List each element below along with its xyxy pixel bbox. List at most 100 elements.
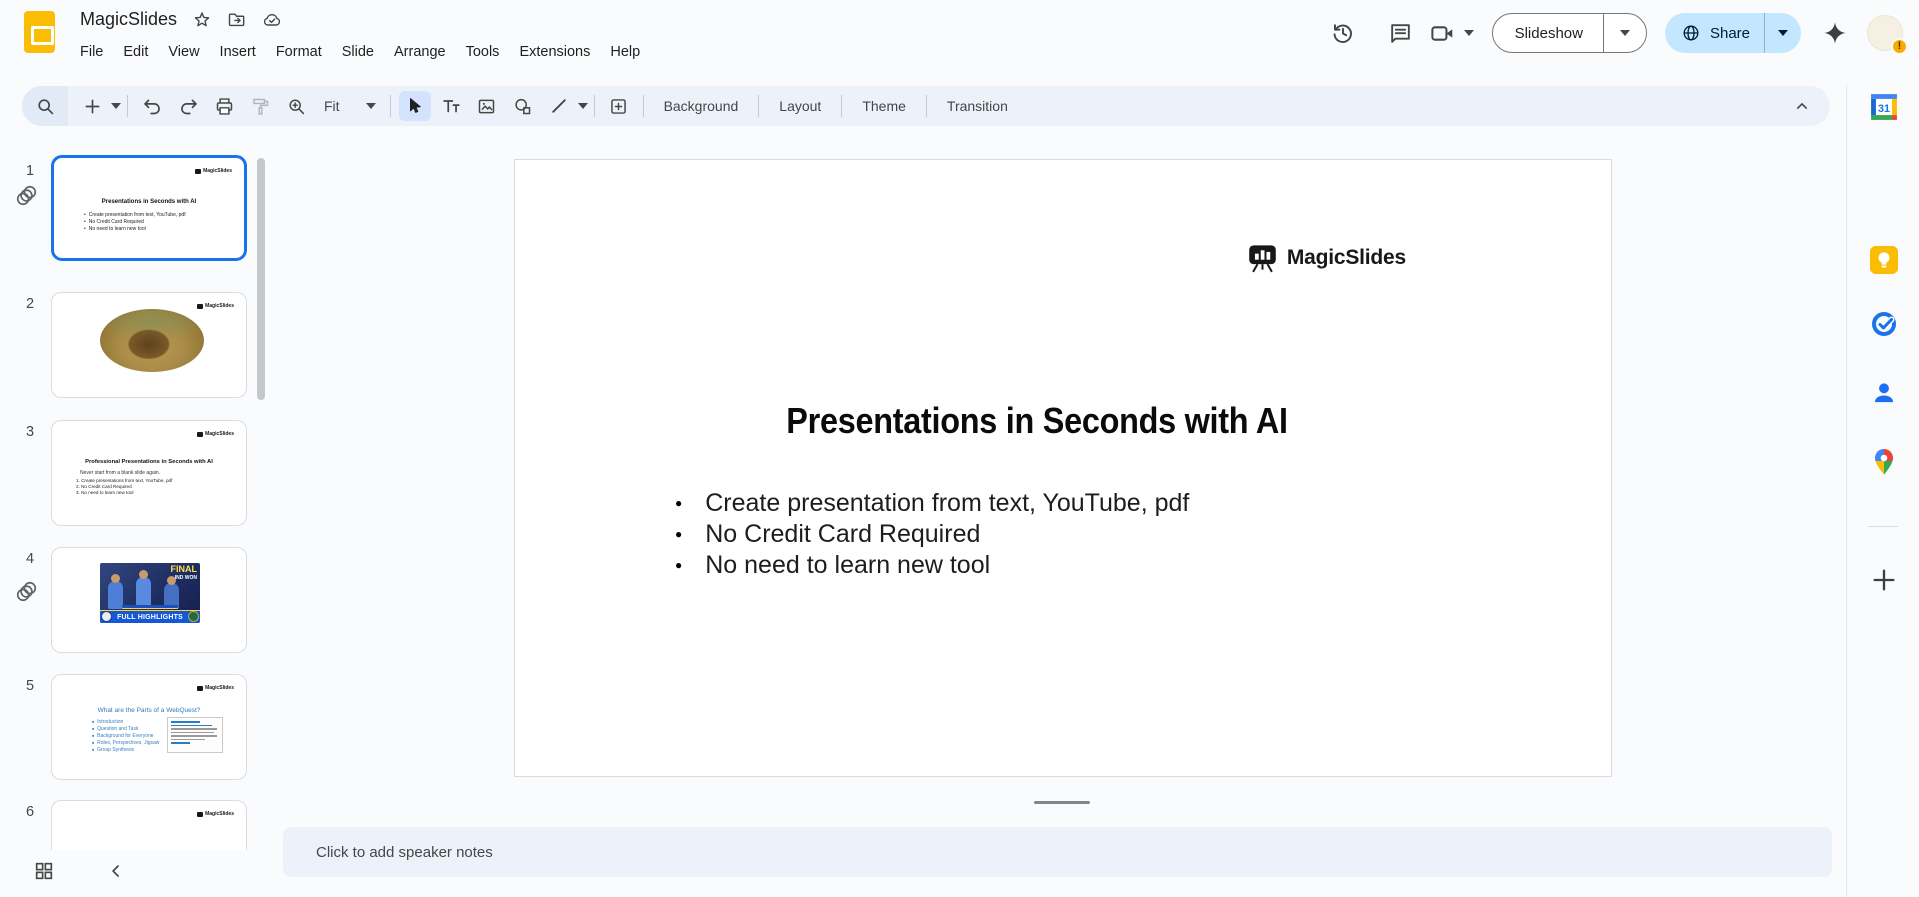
menu-slide[interactable]: Slide <box>332 40 384 64</box>
filmstrip-scrollbar[interactable] <box>257 158 265 400</box>
insert-comment-button[interactable] <box>603 91 635 121</box>
notes-resize-handle[interactable] <box>1034 801 1090 804</box>
chevron-down-icon <box>365 103 376 109</box>
new-slide-button[interactable] <box>76 91 108 121</box>
plus-icon <box>85 99 99 113</box>
chevron-down-icon[interactable] <box>1463 30 1474 36</box>
image-icon <box>478 99 495 113</box>
slide-thumbnail-2[interactable]: MagicSlides <box>51 292 247 398</box>
account-avatar[interactable]: ! <box>1867 15 1908 55</box>
slideshow-button[interactable]: Slideshow <box>1493 14 1603 52</box>
paint-format-icon <box>252 98 268 115</box>
menu-help[interactable]: Help <box>600 40 650 64</box>
slide-number: 1 <box>25 163 35 179</box>
layout-button[interactable]: Layout <box>765 91 835 121</box>
share-dropdown[interactable] <box>1764 13 1801 53</box>
slideshow-dropdown[interactable] <box>1602 14 1646 52</box>
menu-arrange[interactable]: Arrange <box>384 40 456 64</box>
redo-button[interactable] <box>172 91 204 121</box>
new-slide-dropdown-icon[interactable] <box>111 103 121 109</box>
undo-icon <box>143 99 160 114</box>
cloud-saved-icon[interactable] <box>262 10 282 30</box>
collapse-filmstrip-button[interactable] <box>98 853 134 889</box>
gemini-sparkle-icon[interactable] <box>1815 11 1855 55</box>
menubar: File Edit View Insert Format Slide Arran… <box>70 40 650 64</box>
speaker-notes[interactable]: Click to add speaker notes <box>283 827 1832 877</box>
get-add-ons-icon[interactable] <box>1870 566 1898 594</box>
insert-line-button[interactable] <box>543 91 575 121</box>
slide-number: 4 <box>25 551 35 567</box>
slideshow-split-button: Slideshow <box>1491 13 1647 53</box>
menu-insert[interactable]: Insert <box>210 40 266 64</box>
slide-thumbnail-1[interactable]: MagicSlides Presentations in Seconds wit… <box>51 155 247 261</box>
workspace-side-panel: 31 <box>1846 85 1919 897</box>
insert-shape-button[interactable] <box>507 91 539 121</box>
magicslides-mini-logo-icon <box>197 685 204 691</box>
slide-thumbnail-4[interactable]: FINAL IND WON FULL HIGHLIGHTS <box>51 547 247 653</box>
share-button[interactable]: Share <box>1665 13 1764 53</box>
paint-format-button[interactable] <box>244 91 276 121</box>
history-icon[interactable] <box>1321 11 1365 55</box>
attachment-rings-icon <box>16 581 37 602</box>
menu-edit[interactable]: Edit <box>113 40 158 64</box>
menu-tools[interactable]: Tools <box>456 40 510 64</box>
slide-number: 5 <box>25 678 35 694</box>
print-button[interactable] <box>208 91 240 121</box>
magicslides-mini-logo-icon <box>197 303 204 309</box>
theme-button[interactable]: Theme <box>848 91 920 121</box>
star-icon[interactable] <box>192 10 212 30</box>
google-contacts-icon[interactable] <box>1870 379 1898 407</box>
magicslides-logo-icon <box>1249 245 1276 273</box>
comments-icon[interactable] <box>1379 11 1423 55</box>
background-button[interactable]: Background <box>650 91 753 121</box>
google-tasks-icon[interactable] <box>1870 310 1898 338</box>
slide-thumbnail-6[interactable]: MagicSlides <box>51 800 247 850</box>
slide-thumbnail-5[interactable]: MagicSlides What are the Parts of a WebQ… <box>51 674 247 780</box>
slide-editing-canvas[interactable]: MagicSlides Presentations in Seconds wit… <box>514 159 1612 777</box>
speaker-notes-placeholder: Click to add speaker notes <box>316 843 493 861</box>
cricket-highlights-image: FINAL IND WON FULL HIGHLIGHTS <box>100 563 200 623</box>
transition-button[interactable]: Transition <box>933 91 1022 121</box>
slide-title-text[interactable]: Presentations in Seconds with AI <box>567 400 1507 442</box>
magicslides-mini-logo-icon <box>195 168 202 174</box>
magicslides-logo: MagicSlides <box>1247 242 1406 273</box>
zoom-in-button[interactable] <box>280 91 312 121</box>
meet-video-button[interactable] <box>1429 20 1474 47</box>
document-title[interactable]: MagicSlides <box>80 9 177 30</box>
menu-file[interactable]: File <box>70 40 113 64</box>
insert-image-button[interactable] <box>471 91 503 121</box>
team-logo-left <box>101 611 112 622</box>
slides-app-icon[interactable] <box>24 11 55 53</box>
grid-view-button[interactable] <box>26 853 62 889</box>
zoom-select[interactable]: Fit <box>314 98 384 114</box>
google-maps-icon[interactable] <box>1870 448 1898 476</box>
shape-icon <box>515 98 531 114</box>
text-box-icon <box>442 100 460 113</box>
move-folder-icon[interactable] <box>227 10 247 30</box>
line-dropdown-icon[interactable] <box>577 103 588 109</box>
slide-number: 3 <box>25 424 35 440</box>
menu-extensions[interactable]: Extensions <box>509 40 600 64</box>
webquest-preview-box <box>167 717 223 753</box>
magicslides-mini-logo-icon <box>197 431 204 437</box>
menu-format[interactable]: Format <box>266 40 332 64</box>
slide-number: 2 <box>25 296 35 312</box>
menu-view[interactable]: View <box>158 40 209 64</box>
search-menus-button[interactable] <box>22 86 68 126</box>
deer-photo-oval <box>100 309 204 372</box>
slide-thumbnail-3[interactable]: MagicSlides Professional Presentations i… <box>51 420 247 526</box>
redo-icon <box>180 99 197 114</box>
account-warning-badge: ! <box>1891 38 1908 55</box>
text-box-button[interactable] <box>435 91 467 121</box>
undo-button[interactable] <box>136 91 168 121</box>
google-keep-icon[interactable] <box>1870 246 1898 274</box>
select-cursor-button[interactable] <box>398 91 431 121</box>
collapse-toolbar-button[interactable] <box>1792 96 1812 116</box>
globe-icon <box>1683 25 1699 41</box>
thumb-title: What are the Parts of a WebQuest? <box>97 707 201 714</box>
slide-body-text[interactable]: Create presentation from text, YouTube, … <box>675 488 1189 581</box>
line-icon <box>551 99 566 113</box>
add-comment-icon <box>611 98 626 114</box>
google-calendar-icon[interactable]: 31 <box>1870 93 1898 121</box>
chevron-up-icon <box>1797 103 1807 109</box>
